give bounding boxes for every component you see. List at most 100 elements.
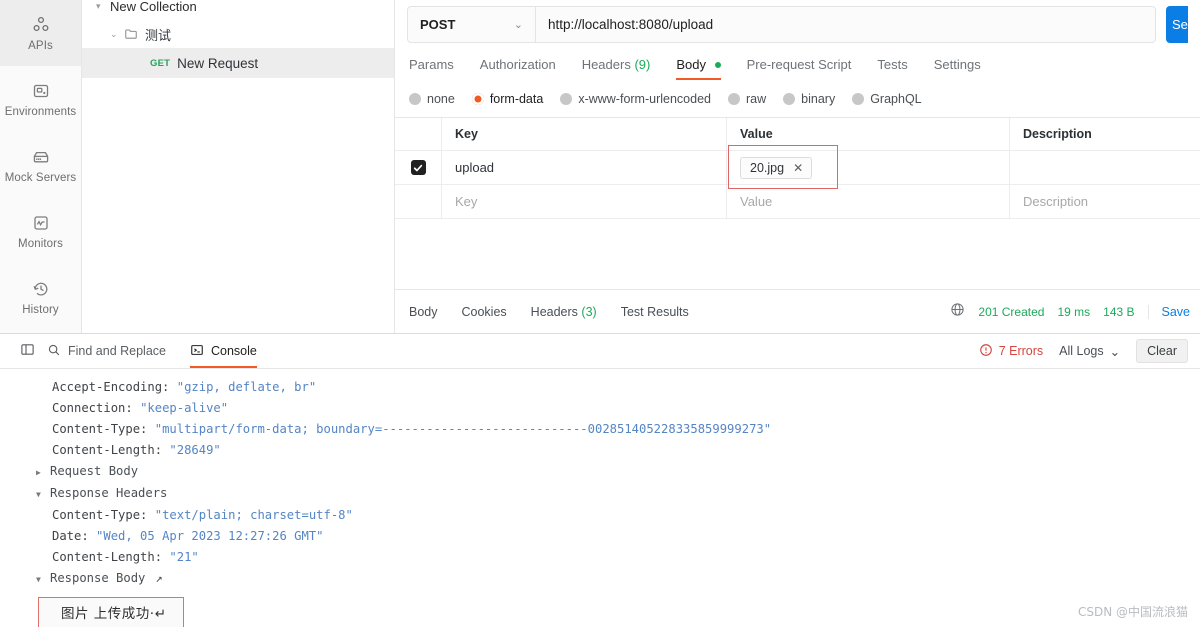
console-tab[interactable]: Console: [189, 334, 257, 368]
twisty-expanded-icon: ▼: [36, 575, 41, 584]
console-log-list: Accept-Encoding: "gzip, deflate, br" Con…: [0, 369, 1200, 627]
body-type-form-data[interactable]: form-data: [471, 92, 543, 106]
find-and-replace-label: Find and Replace: [68, 344, 166, 358]
log-line: Connection: "keep-alive": [0, 398, 1200, 419]
response-tabs: Body Cookies Headers (3) Test Results: [409, 305, 689, 319]
response-body-preview: 图片 上传成功·↵: [38, 597, 184, 627]
layout-panel-icon: [20, 342, 35, 360]
row-key-cell[interactable]: upload: [442, 151, 727, 184]
placeholder-key-cell[interactable]: Key: [442, 185, 727, 218]
close-icon[interactable]: ✕: [793, 162, 803, 174]
sidebar-folder-row[interactable]: ⌄ 测试: [82, 20, 394, 48]
table-row: upload 20.jpg ✕: [395, 145, 1200, 189]
layout-panel-icon-button[interactable]: [8, 334, 47, 368]
log-node-request-body[interactable]: ▶ Request Body: [0, 461, 1200, 483]
console-clear-button[interactable]: Clear: [1136, 339, 1188, 363]
http-method-select[interactable]: POST ⌄: [408, 7, 536, 42]
log-key: Date:: [52, 529, 97, 543]
tab-label: Authorization: [479, 56, 556, 72]
search-icon: [47, 343, 61, 360]
row-enabled-checkbox[interactable]: [410, 160, 426, 175]
log-value: "text/plain; charset=utf-8": [154, 508, 353, 522]
file-chip[interactable]: 20.jpg ✕: [740, 156, 813, 179]
chevron-down-icon: ⌄: [513, 19, 523, 31]
tab-params[interactable]: Params: [409, 57, 454, 80]
body-type-graphql[interactable]: GraphQL: [852, 92, 922, 106]
tab-settings[interactable]: Settings: [934, 57, 981, 80]
tab-pre-request-script[interactable]: Pre-request Script: [747, 57, 852, 80]
request-pane: POST ⌄ Send Params Authorization Headers…: [395, 0, 1200, 333]
find-and-replace-button[interactable]: Find and Replace: [47, 334, 166, 368]
log-node-response-headers[interactable]: ▼ Response Headers: [0, 483, 1200, 505]
tab-label: Params: [409, 56, 454, 72]
save-response-link[interactable]: Save: [1147, 304, 1190, 319]
row-check-cell: [395, 151, 442, 184]
radio-icon: [560, 93, 573, 105]
rail-item-monitors[interactable]: Monitors: [0, 198, 81, 264]
placeholder-description-cell[interactable]: Description: [1010, 185, 1200, 218]
body-type-label: raw: [746, 92, 767, 106]
console-toolbar: Find and Replace Console 7 Errors All Lo…: [0, 334, 1200, 369]
tab-headers[interactable]: Headers (9): [582, 57, 651, 80]
rail-item-mock-servers[interactable]: Mock Servers: [0, 132, 81, 198]
log-line: Content-Type: "text/plain; charset=utf-8…: [0, 505, 1200, 526]
response-tab-headers[interactable]: Headers (3): [531, 305, 597, 319]
log-node-label: Response Body: [50, 571, 146, 585]
tab-body[interactable]: Body: [676, 57, 721, 80]
row-description-cell[interactable]: [1010, 151, 1200, 184]
log-node-response-body[interactable]: ▼ Response Body ↗: [0, 568, 1200, 590]
console-log-filter[interactable]: All Logs ⌄: [1059, 344, 1120, 359]
url-bar: POST ⌄ Send: [395, 0, 1200, 43]
sidebar-collection-row[interactable]: ▾ New Collection: [82, 0, 394, 20]
chevron-down-icon: ▾: [96, 0, 101, 11]
collection-name: New Collection: [110, 0, 197, 14]
placeholder-value-cell[interactable]: Value: [727, 185, 1010, 218]
error-circle-icon: [979, 343, 993, 360]
chevron-down-icon: ⌄: [110, 28, 118, 39]
response-headers-badge: (3): [581, 304, 597, 319]
rail-item-environments[interactable]: Environments: [0, 66, 81, 132]
url-input[interactable]: [536, 7, 1155, 42]
row-key-value: upload: [455, 160, 495, 175]
rail-item-label: Environments: [4, 105, 77, 118]
row-value-cell[interactable]: 20.jpg ✕: [727, 145, 1010, 189]
header-cell-check: [395, 118, 442, 150]
body-type-none[interactable]: none: [409, 92, 455, 106]
tab-tests[interactable]: Tests: [877, 57, 907, 80]
log-key: Content-Type:: [52, 422, 155, 436]
body-type-raw[interactable]: raw: [728, 92, 766, 106]
body-type-binary[interactable]: binary: [783, 92, 835, 106]
response-body-text: 图片 上传成功·↵: [61, 605, 167, 622]
rail-item-history[interactable]: History: [0, 264, 81, 330]
placeholder-value-text: Value: [740, 194, 773, 209]
radio-icon: [852, 93, 865, 105]
url-input-wrapper: POST ⌄: [407, 6, 1156, 43]
response-size: 143 B: [1103, 304, 1135, 319]
sidebar-item-new-request[interactable]: GET New Request: [82, 48, 394, 78]
rail-item-label: Mock Servers: [4, 171, 77, 184]
response-tab-body[interactable]: Body: [409, 305, 438, 319]
console-panel: Find and Replace Console 7 Errors All Lo…: [0, 333, 1200, 627]
placeholder-description-text: Description: [1023, 194, 1089, 209]
header-cell-key: Key: [442, 118, 727, 150]
log-line: Content-Length: "21": [0, 547, 1200, 568]
postman-window: APIs Environments Mock Servers Monitors …: [0, 0, 1200, 627]
rail-item-apis[interactable]: APIs: [0, 0, 81, 66]
radio-selected-icon: [471, 93, 484, 105]
form-data-table: Key Value Description upload 20.jpg ✕ Ke…: [395, 117, 1200, 219]
response-tab-cookies[interactable]: Cookies: [462, 305, 507, 319]
console-errors[interactable]: 7 Errors: [979, 343, 1043, 360]
tab-label: Tests: [877, 56, 908, 72]
log-key: Connection:: [52, 401, 141, 415]
response-tab-test-results[interactable]: Test Results: [621, 305, 689, 319]
globe-icon: [950, 302, 965, 322]
tab-label: Pre-request Script: [746, 56, 852, 72]
body-type-x-www-form-urlencoded[interactable]: x-www-form-urlencoded: [560, 92, 711, 106]
send-button[interactable]: Send: [1166, 6, 1188, 43]
log-line: Date: "Wed, 05 Apr 2023 12:27:26 GMT": [0, 526, 1200, 547]
left-icon-rail: APIs Environments Mock Servers Monitors …: [0, 0, 82, 333]
console-toolbar-right: 7 Errors All Logs ⌄ Clear: [979, 339, 1188, 363]
open-external-icon[interactable]: ↗: [155, 568, 162, 589]
tab-authorization[interactable]: Authorization: [480, 57, 556, 80]
console-errors-label: 7 Errors: [998, 344, 1044, 358]
